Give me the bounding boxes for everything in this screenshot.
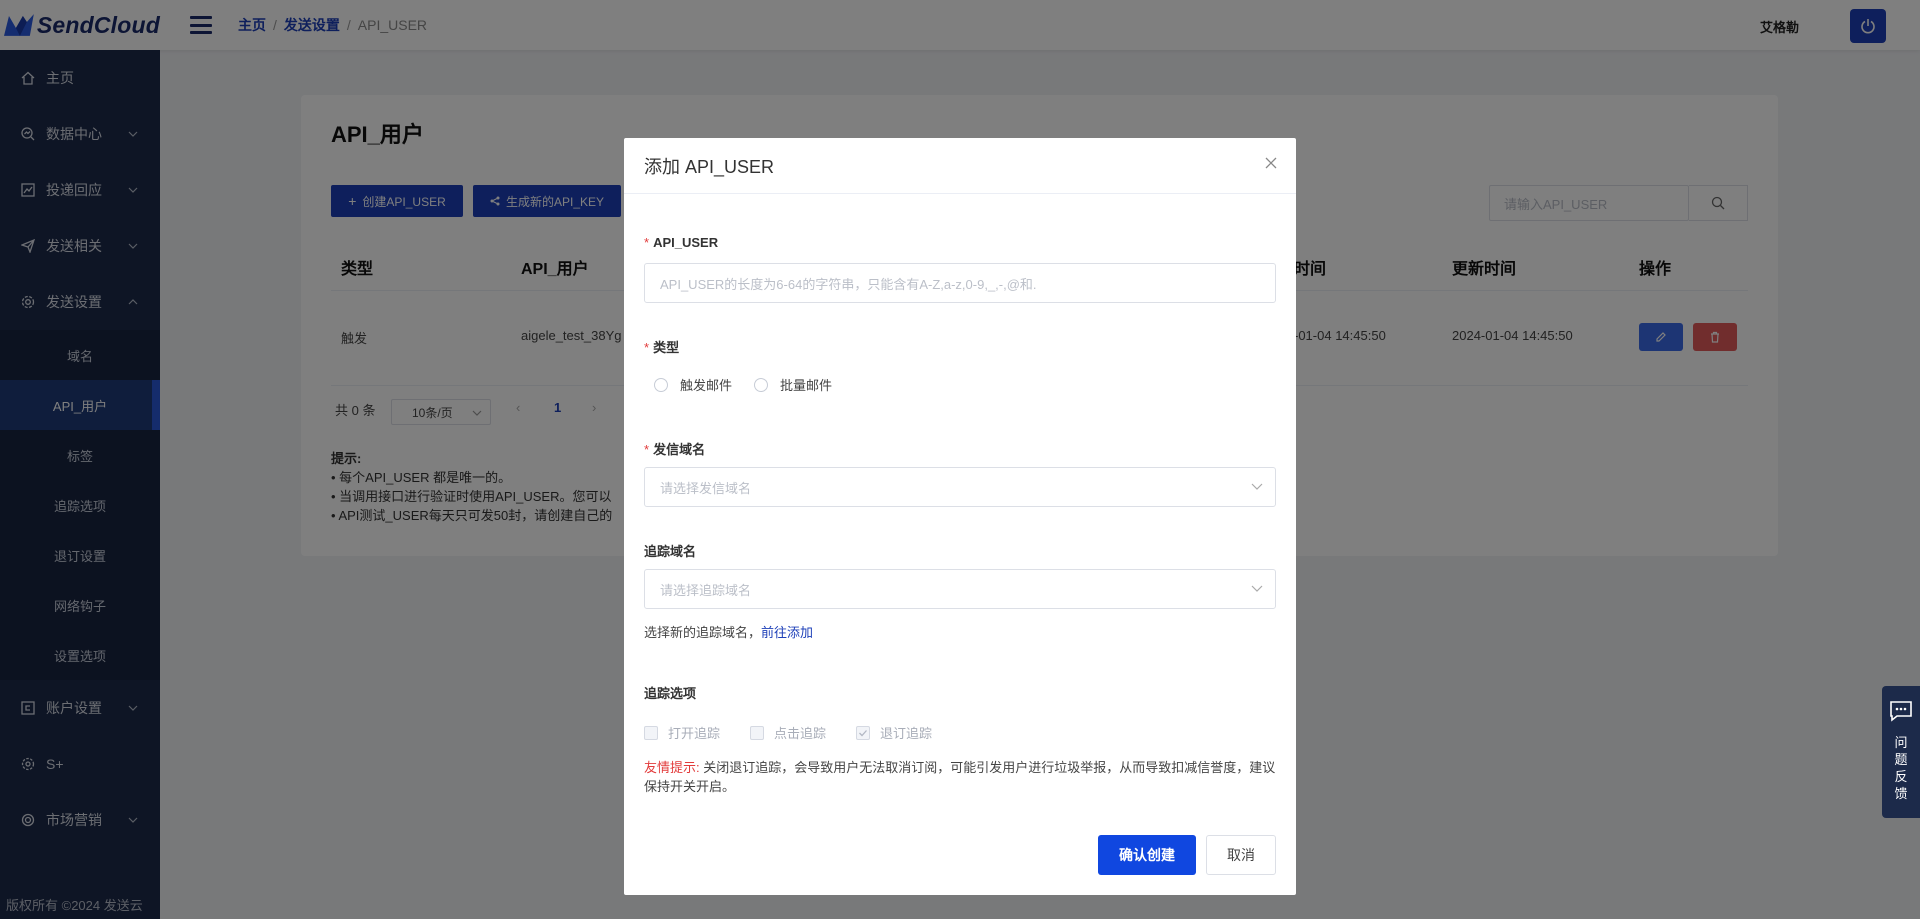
add-api-user-dialog: 添加 API_USER * API_USER API_USER的长度为6-64的字…	[624, 138, 1296, 895]
feedback-tab[interactable]: 问题反馈	[1882, 686, 1920, 818]
domain-placeholder: 请选择发信域名	[660, 480, 752, 496]
cancel-button[interactable]: 取消	[1206, 835, 1276, 875]
radio-circle[interactable]	[654, 377, 668, 392]
close-icon[interactable]	[1264, 156, 1278, 170]
tracking-domain-label: 追踪域名	[644, 544, 697, 559]
checkbox-label: 打开追踪	[668, 726, 721, 741]
hint-text: 选择新的追踪域名，	[644, 625, 762, 640]
tracking-warning: 友情提示: 关闭退订追踪，会导致用户无法取消订阅，可能引发用户进行垃圾举报，从而…	[644, 758, 1284, 796]
checkmark-icon	[859, 729, 868, 736]
required-mark: *	[644, 442, 650, 457]
required-mark: *	[644, 340, 650, 355]
domain-label-text: 发信域名	[653, 442, 706, 457]
tracking-domain-hint: 选择新的追踪域名，前往添加	[644, 622, 813, 641]
type-label: * 类型	[644, 337, 679, 356]
confirm-create-button[interactable]: 确认创建	[1098, 835, 1196, 875]
api-user-input[interactable]: API_USER的长度为6-64的字符串，只能含有A-Z,a-z,0-9,_,-…	[644, 263, 1276, 303]
feedback-label: 问题反馈	[1894, 735, 1908, 801]
radio-label: 批量邮件	[780, 378, 833, 393]
checkbox-open-tracking[interactable]: 打开追踪	[644, 723, 720, 742]
radio-trigger-mail[interactable]: 触发邮件	[654, 375, 732, 394]
chat-icon	[1890, 701, 1912, 722]
checkbox-box[interactable]	[644, 725, 658, 740]
tracking-options-label: 追踪选项	[644, 686, 697, 701]
radio-circle[interactable]	[754, 377, 769, 392]
dialog-title: 添加 API_USER	[644, 156, 775, 177]
api-user-placeholder: API_USER的长度为6-64的字符串，只能含有A-Z,a-z,0-9,_,-…	[660, 276, 1037, 292]
warning-text: 关闭退订追踪，会导致用户无法取消订阅，可能引发用户进行垃圾举报，从而导致扣减信誉…	[644, 760, 1276, 794]
checkbox-label: 退订追踪	[880, 726, 933, 741]
radio-label: 触发邮件	[680, 378, 733, 393]
tracking-options-group: 打开追踪 点击追踪 退订追踪	[644, 723, 962, 742]
checkbox-click-tracking[interactable]: 点击追踪	[750, 723, 826, 742]
domain-select[interactable]: 请选择发信域名	[644, 467, 1276, 507]
checkbox-label: 点击追踪	[774, 726, 827, 741]
chevron-down-icon	[1251, 483, 1263, 490]
checkbox-unsubscribe-tracking[interactable]: 退订追踪	[856, 723, 932, 742]
warning-label: 友情提示:	[644, 760, 700, 775]
chevron-down-icon	[1251, 585, 1263, 592]
type-radio-group: 触发邮件 批量邮件	[654, 375, 854, 394]
required-mark: *	[644, 235, 650, 250]
tracking-domain-placeholder: 请选择追踪域名	[660, 582, 752, 598]
radio-batch-mail[interactable]: 批量邮件	[754, 375, 832, 394]
checkbox-box[interactable]	[856, 725, 871, 740]
dialog-header: 添加 API_USER	[624, 138, 1296, 194]
type-label-text: 类型	[653, 340, 680, 355]
domain-label: * 发信域名	[644, 439, 705, 458]
checkbox-box[interactable]	[750, 725, 765, 740]
tracking-domain-select[interactable]: 请选择追踪域名	[644, 569, 1276, 609]
api-user-label: * API_USER	[644, 235, 718, 250]
api-user-label-text: API_USER	[653, 235, 719, 250]
go-add-link[interactable]: 前往添加	[761, 625, 813, 640]
